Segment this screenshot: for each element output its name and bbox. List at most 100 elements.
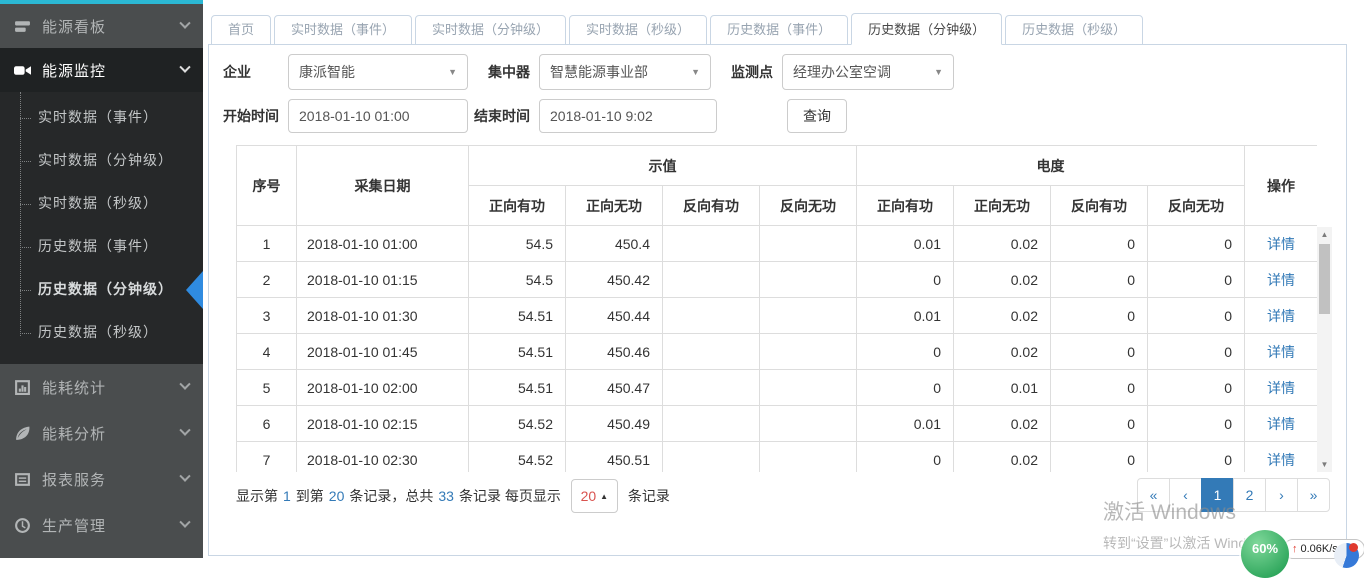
tab-realtime-minute[interactable]: 实时数据（分钟级） xyxy=(415,15,566,45)
value-cell: 0 xyxy=(1148,370,1245,406)
pagination-text: 条记录 xyxy=(628,486,670,506)
detail-link[interactable]: 详情 xyxy=(1267,272,1295,288)
caret-down-icon: ▼ xyxy=(934,67,943,77)
scroll-down-icon[interactable]: ▼ xyxy=(1317,457,1332,472)
pagination-from: 1 xyxy=(283,488,291,504)
value-cell: 0 xyxy=(1051,226,1148,262)
chevron-down-icon xyxy=(179,62,190,73)
detail-link[interactable]: 详情 xyxy=(1267,380,1295,396)
report-list-icon xyxy=(14,470,32,488)
tab-realtime-second[interactable]: 实时数据（秒级） xyxy=(569,15,707,45)
video-camera-icon xyxy=(14,61,32,79)
detail-link[interactable]: 详情 xyxy=(1267,452,1295,468)
scrollbar-thumb[interactable] xyxy=(1319,244,1330,314)
value-cell: 0 xyxy=(1051,370,1148,406)
data-table-wrapper: 序号 采集日期 示值 电度 操作 正向有功 正向无功 反向有功 反向无功 正向有… xyxy=(236,145,1317,472)
date-cell: 2018-01-10 01:45 xyxy=(297,334,469,370)
detail-link[interactable]: 详情 xyxy=(1267,236,1295,252)
query-button[interactable]: 查询 xyxy=(787,99,847,133)
page-2-button[interactable]: 2 xyxy=(1233,478,1266,512)
value-cell xyxy=(760,370,857,406)
date-cell: 2018-01-10 01:15 xyxy=(297,262,469,298)
sidebar-item-energy-analysis[interactable]: 能耗分析 xyxy=(0,410,203,456)
tab-history-minute[interactable]: 历史数据（分钟级） xyxy=(851,13,1002,45)
value-cell: 450.42 xyxy=(566,262,663,298)
tab-home[interactable]: 首页 xyxy=(211,15,271,45)
value-cell: 0.02 xyxy=(954,298,1051,334)
sidebar-subitem-history-minute[interactable]: 历史数据（分钟级） xyxy=(0,268,203,311)
pagination-info: 显示第 1 到第 20 条记录，总共 33 条记录 每页显示 20 ▲ 条记录 xyxy=(236,479,670,513)
value-cell: 0 xyxy=(857,262,954,298)
memory-usage-ball[interactable]: 60% xyxy=(1241,530,1289,578)
seq-cell: 4 xyxy=(237,334,297,370)
detail-link[interactable]: 详情 xyxy=(1267,308,1295,324)
sidebar-subitem-history-second[interactable]: 历史数据（秒级） xyxy=(0,311,203,354)
sidebar-item-partial[interactable] xyxy=(0,548,203,570)
network-speed-value: 0.06K/s xyxy=(1301,543,1338,555)
col-header-fwd-active: 正向有功 xyxy=(857,186,954,226)
seq-cell: 7 xyxy=(237,442,297,473)
value-cell: 0 xyxy=(857,334,954,370)
page-size-value: 20 xyxy=(581,488,597,504)
date-cell: 2018-01-10 02:00 xyxy=(297,370,469,406)
end-time-input[interactable] xyxy=(539,99,717,133)
sidebar-subitem-realtime-event[interactable]: 实时数据（事件） xyxy=(0,96,203,139)
scroll-up-icon[interactable]: ▲ xyxy=(1317,227,1332,242)
col-header-rev-active: 反向有功 xyxy=(663,186,760,226)
value-cell xyxy=(663,334,760,370)
value-cell: 0.02 xyxy=(954,226,1051,262)
sidebar-item-report-service[interactable]: 报表服务 xyxy=(0,456,203,502)
concentrator-selected-value: 智慧能源事业部 xyxy=(550,62,648,82)
sidebar-subitem-history-event[interactable]: 历史数据（事件） xyxy=(0,225,203,268)
sidebar-item-label: 能源监控 xyxy=(42,60,181,81)
value-cell: 450.4 xyxy=(566,226,663,262)
value-cell: 0 xyxy=(1051,262,1148,298)
start-time-input[interactable] xyxy=(288,99,468,133)
page-last-button[interactable]: » xyxy=(1297,478,1330,512)
sidebar-subitem-realtime-second[interactable]: 实时数据（秒级） xyxy=(0,182,203,225)
leaf-icon xyxy=(14,424,32,442)
sidebar-item-energy-dashboard[interactable]: 能源看板 xyxy=(0,4,203,48)
sidebar-subitem-realtime-minute[interactable]: 实时数据（分钟级） xyxy=(0,139,203,182)
sidebar-item-energy-stats[interactable]: 能耗统计 xyxy=(0,364,203,410)
value-cell: 0 xyxy=(1148,298,1245,334)
date-cell: 2018-01-10 01:30 xyxy=(297,298,469,334)
pagination-text: 到第 xyxy=(296,486,324,506)
tab-history-event[interactable]: 历史数据（事件） xyxy=(710,15,848,45)
pagination-total: 33 xyxy=(438,488,454,504)
action-cell: 详情 xyxy=(1245,298,1318,334)
page-next-button[interactable]: › xyxy=(1265,478,1298,512)
detail-link[interactable]: 详情 xyxy=(1267,344,1295,360)
browser-icon[interactable] xyxy=(1334,543,1359,568)
enterprise-select[interactable]: 康派智能 ▼ xyxy=(288,54,468,90)
page-prev-button[interactable]: ‹ xyxy=(1169,478,1202,512)
value-cell: 0.01 xyxy=(857,298,954,334)
monitor-point-select[interactable]: 经理办公室空调 ▼ xyxy=(782,54,954,90)
sidebar-item-label: 能耗统计 xyxy=(42,377,181,398)
seq-cell: 5 xyxy=(237,370,297,406)
tab-realtime-event[interactable]: 实时数据（事件） xyxy=(274,15,412,45)
action-cell: 详情 xyxy=(1245,406,1318,442)
page-1-button[interactable]: 1 xyxy=(1201,478,1234,512)
tab-history-second[interactable]: 历史数据（秒级） xyxy=(1005,15,1143,45)
value-cell: 0.02 xyxy=(954,442,1051,473)
table-scrollbar[interactable]: ▲ ▼ xyxy=(1317,227,1332,472)
value-cell: 0 xyxy=(1051,406,1148,442)
sidebar-item-energy-monitoring[interactable]: 能源监控 xyxy=(0,48,203,92)
table-row: 22018-01-10 01:1554.5450.4200.0200详情 xyxy=(237,262,1318,298)
date-cell: 2018-01-10 01:00 xyxy=(297,226,469,262)
page-size-select[interactable]: 20 ▲ xyxy=(571,479,618,513)
chevron-down-icon xyxy=(179,379,190,390)
concentrator-select[interactable]: 智慧能源事业部 ▼ xyxy=(539,54,711,90)
dashboard-icon xyxy=(14,17,32,35)
value-cell: 0.02 xyxy=(954,262,1051,298)
value-cell xyxy=(760,262,857,298)
sidebar-item-production-mgmt[interactable]: 生产管理 xyxy=(0,502,203,548)
page-first-button[interactable]: « xyxy=(1137,478,1170,512)
value-cell xyxy=(663,298,760,334)
pagination-text: 条记录 每页显示 xyxy=(459,486,561,506)
table-row: 42018-01-10 01:4554.51450.4600.0200详情 xyxy=(237,334,1318,370)
value-cell xyxy=(760,406,857,442)
pagination-controls: « ‹ 1 2 › » xyxy=(1137,478,1330,512)
detail-link[interactable]: 详情 xyxy=(1267,416,1295,432)
